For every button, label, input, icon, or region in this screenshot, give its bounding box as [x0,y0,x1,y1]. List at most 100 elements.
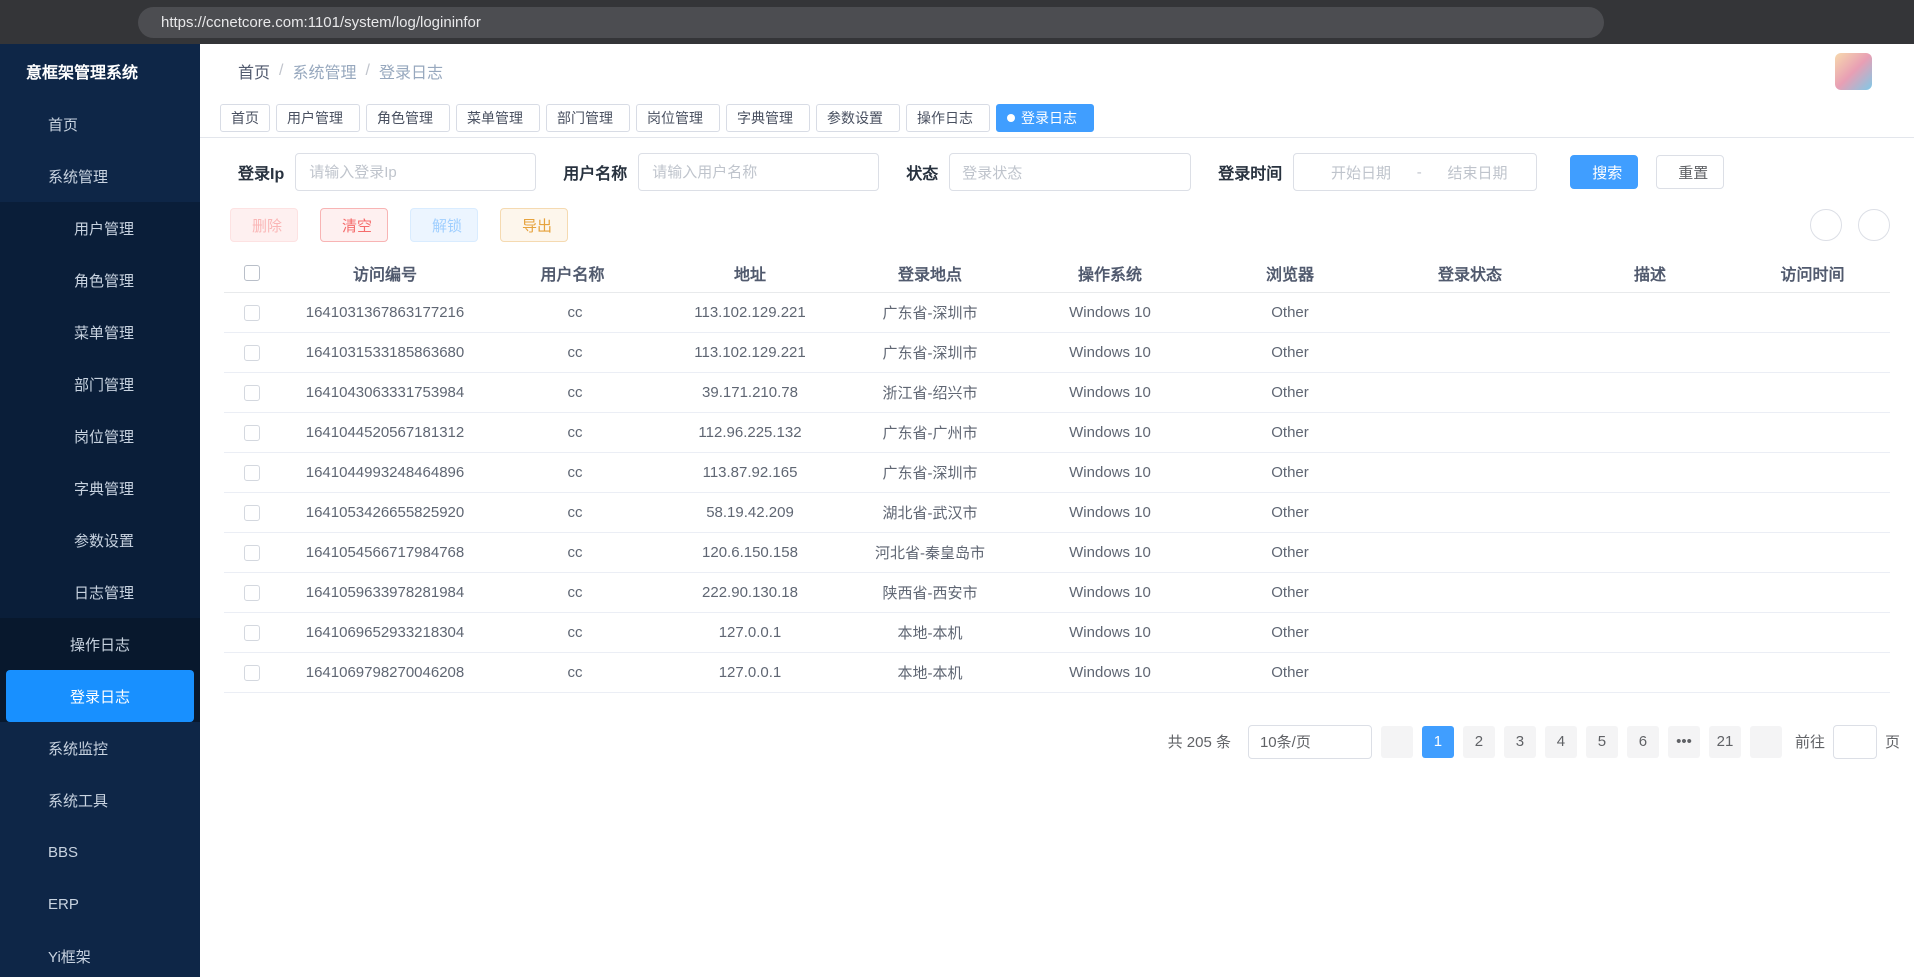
sidebar-item-label: 部门管理 [74,374,134,395]
page-button-2[interactable]: 2 [1463,726,1495,758]
login-ip-input[interactable] [295,153,536,191]
address-bar[interactable]: https://ccnetcore.com:1101/system/log/lo… [138,7,1604,38]
breadcrumb-home[interactable]: 首页 [238,59,270,83]
tab-menu-management[interactable]: 菜单管理 [456,104,540,132]
tab-department-management[interactable]: 部门管理 [546,104,630,132]
browser-essentials-icon[interactable] [1616,5,1652,39]
more-pages-button[interactable]: ••• [1668,726,1700,758]
sidebar-item-label: 系统监控 [48,738,108,759]
sidebar-item-post-management[interactable]: 岗位管理 [0,410,200,462]
sidebar-item-erp[interactable]: ERP [0,878,200,930]
username-input[interactable] [638,153,879,191]
page-button-6[interactable]: 6 [1627,726,1659,758]
cell-time [1740,492,1890,532]
reset-button[interactable]: 重置 [1656,155,1724,189]
cell-time [1740,412,1890,452]
row-checkbox[interactable] [244,545,260,561]
row-checkbox[interactable] [244,385,260,401]
split-screen-icon[interactable] [1658,5,1694,39]
sidebar-item-system-monitor[interactable]: 系统监控 [0,722,200,774]
page-button-5[interactable]: 5 [1586,726,1618,758]
browser-home-icon[interactable] [90,5,126,39]
row-checkbox[interactable] [244,665,260,681]
tab-operation-log[interactable]: 操作日志 [906,104,990,132]
next-page-button[interactable] [1750,726,1782,758]
row-checkbox[interactable] [244,425,260,441]
sidebar-item-yi-framework[interactable]: Yi框架 [0,930,200,977]
row-checkbox[interactable] [244,625,260,641]
bing-copilot-icon[interactable] [1868,5,1904,39]
select-all-checkbox[interactable] [244,265,260,281]
show-search-button[interactable] [1810,209,1842,241]
tab-post-management[interactable]: 岗位管理 [636,104,720,132]
sidebar-item-bbs[interactable]: BBS [0,826,200,878]
collections-icon[interactable] [1742,5,1778,39]
tab-user-management[interactable]: 用户管理 [276,104,360,132]
active-tab-dot [1007,114,1015,122]
row-checkbox[interactable] [244,505,260,521]
page-button-last[interactable]: 21 [1709,726,1741,758]
cell-address: 113.102.129.221 [660,292,840,332]
tab-role-management[interactable]: 角色管理 [366,104,450,132]
tab-param-settings[interactable]: 参数设置 [816,104,900,132]
sidebar-item-system-tools[interactable]: 系统工具 [0,774,200,826]
sidebar-item-dict-management[interactable]: 字典管理 [0,462,200,514]
unlock-button[interactable]: 解锁 [410,208,478,242]
tab-home[interactable]: 首页 [220,104,270,132]
sidebar-item-department-management[interactable]: 部门管理 [0,358,200,410]
browser-profile-icon[interactable] [1784,5,1820,39]
app-logo[interactable]: 意框架管理系统 [0,44,200,98]
url-text[interactable]: https://ccnetcore.com:1101/system/log/lo… [161,14,1554,31]
sidebar-item-operation-log[interactable]: 操作日志 [0,618,200,670]
cell-username: cc [490,532,660,572]
export-button[interactable]: 导出 [500,208,568,242]
column-username[interactable]: 用户名称 [490,254,660,292]
status-select[interactable]: 登录状态 [949,153,1191,191]
sidebar-item-log-management[interactable]: 日志管理 [0,566,200,618]
search-button[interactable]: 搜索 [1570,155,1638,189]
browser-reload-icon[interactable] [50,5,86,39]
sidebar-item-user-management[interactable]: 用户管理 [0,202,200,254]
date-separator: - [1417,164,1422,181]
page-button-3[interactable]: 3 [1504,726,1536,758]
table-header-row: 访问编号 用户名称 地址 登录地点 操作系统 浏览器 登录状态 描述 访问时间 [224,254,1890,292]
cell-os: Windows 10 [1020,372,1200,412]
page-jump-input[interactable] [1833,725,1877,759]
start-date-placeholder[interactable]: 开始日期 [1313,162,1409,183]
row-checkbox[interactable] [244,345,260,361]
status-select-placeholder: 登录状态 [962,162,1022,183]
page-button-1[interactable]: 1 [1422,726,1454,758]
jump-suffix: 页 [1885,731,1900,752]
clear-button[interactable]: 清空 [320,208,388,242]
tab-dict-management[interactable]: 字典管理 [726,104,810,132]
delete-button[interactable]: 删除 [230,208,298,242]
row-checkbox[interactable] [244,585,260,601]
page-size-select[interactable]: 10条/页 [1248,725,1372,759]
user-avatar[interactable] [1835,53,1872,90]
table-row: 1641069798270046208 cc 127.0.0.1 本地-本机 W… [224,652,1890,692]
browser-menu-icon[interactable] [1826,5,1862,39]
browser-back-icon[interactable] [10,5,46,39]
cell-os: Windows 10 [1020,612,1200,652]
column-time[interactable]: 访问时间 [1740,254,1890,292]
end-date-placeholder[interactable]: 结束日期 [1430,162,1526,183]
row-checkbox[interactable] [244,465,260,481]
sidebar-item-menu-management[interactable]: 菜单管理 [0,306,200,358]
sidebar-item-param-settings[interactable]: 参数设置 [0,514,200,566]
login-time-range-picker[interactable]: 开始日期 - 结束日期 [1293,153,1537,191]
tab-login-log[interactable]: 登录日志 [996,104,1094,132]
prev-page-button[interactable] [1381,726,1413,758]
page-button-4[interactable]: 4 [1545,726,1577,758]
sidebar-item-home[interactable]: 首页 [0,98,200,150]
favorites-icon[interactable] [1700,5,1736,39]
table-row: 1641069652933218304 cc 127.0.0.1 本地-本机 W… [224,612,1890,652]
cell-location: 广东省-广州市 [840,412,1020,452]
refresh-table-button[interactable] [1858,209,1890,241]
sidebar-item-login-log[interactable]: 登录日志 [6,670,194,722]
row-checkbox[interactable] [244,305,260,321]
cell-description [1560,372,1740,412]
sidebar-item-system-management[interactable]: 系统管理 [0,150,200,202]
cell-username: cc [490,292,660,332]
cell-address: 113.102.129.221 [660,332,840,372]
sidebar-item-role-management[interactable]: 角色管理 [0,254,200,306]
